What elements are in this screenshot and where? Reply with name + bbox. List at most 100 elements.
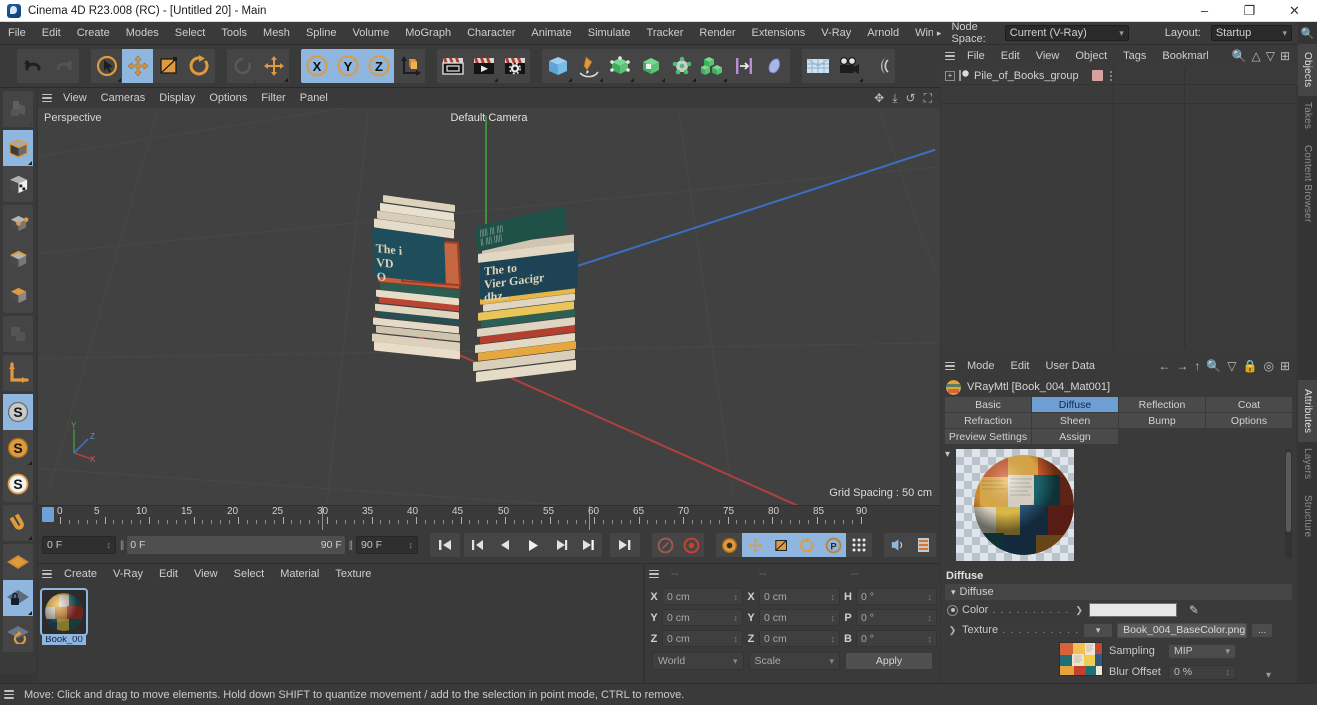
maximize-button[interactable]: ❐ xyxy=(1227,0,1272,21)
tab-sheen[interactable]: Sheen xyxy=(1032,413,1118,428)
coord-input-pos-y[interactable]: 0 cm ↕ xyxy=(662,609,743,626)
coord-input-pos-x[interactable]: 0 cm ↕ xyxy=(662,588,743,605)
tab-bump[interactable]: Bump xyxy=(1119,413,1205,428)
vtab-structure[interactable]: Structure xyxy=(1298,486,1317,546)
material-menu-create[interactable]: Create xyxy=(56,563,105,586)
material-menu-edit[interactable]: Edit xyxy=(151,563,186,586)
workplane-icon[interactable] xyxy=(3,544,33,580)
close-button[interactable]: ✕ xyxy=(1272,0,1317,21)
selection-tool-icon[interactable] xyxy=(91,49,122,83)
viewport-menu-display[interactable]: Display xyxy=(152,88,202,108)
world-axis-icon[interactable] xyxy=(227,49,258,83)
camera-icon[interactable] xyxy=(833,49,864,83)
attribute-menu-edit[interactable]: Edit xyxy=(1003,355,1038,378)
status-hamburger-icon[interactable] xyxy=(0,690,18,699)
attribute-scrollbar[interactable] xyxy=(1285,449,1292,559)
coordinate-system-dropdown[interactable]: World ▾ xyxy=(652,652,744,670)
rotate-viewport-icon[interactable]: ↺ xyxy=(906,91,916,106)
array-modeling-icon[interactable] xyxy=(635,49,666,83)
point-edit-mode-icon[interactable] xyxy=(3,205,33,241)
preview-collapse-icon[interactable]: ▾ xyxy=(945,449,950,460)
menu-character[interactable]: Character xyxy=(459,22,523,45)
material-menu-texture[interactable]: Texture xyxy=(327,563,379,586)
coord-input-rot-b[interactable]: 0 ° ↕ xyxy=(856,630,937,647)
viewport-hamburger-icon[interactable] xyxy=(38,93,56,103)
minimize-button[interactable]: – xyxy=(1182,0,1227,21)
light-icon[interactable] xyxy=(759,49,790,83)
menu-edit[interactable]: Edit xyxy=(34,22,69,45)
coord-input-rot-h[interactable]: 0 ° ↕ xyxy=(856,588,937,605)
redo-icon[interactable] xyxy=(48,49,79,83)
viewport-menu-view[interactable]: View xyxy=(56,88,94,108)
attribute-menu-user-data[interactable]: User Data xyxy=(1038,355,1104,378)
cube-primitive-icon[interactable] xyxy=(542,49,573,83)
object-menu-edit[interactable]: Edit xyxy=(993,45,1028,68)
autokey-icon[interactable] xyxy=(652,533,678,557)
tab-refraction[interactable]: Refraction xyxy=(945,413,1031,428)
diffuse-group-header[interactable]: ▾ Diffuse xyxy=(945,584,1292,600)
color-enable-radio[interactable] xyxy=(947,604,958,616)
rotate-tool-icon[interactable] xyxy=(184,49,215,83)
play-button[interactable] xyxy=(518,533,548,557)
material-item[interactable]: Book_00 xyxy=(40,588,88,645)
pile-of-books-model[interactable]: NocMeaO Wals The iVDO The toVi xyxy=(368,194,628,438)
uv-mode-icon[interactable] xyxy=(3,316,33,352)
mograph-cloner-icon[interactable] xyxy=(697,49,728,83)
timeline-settings-icon[interactable] xyxy=(910,533,936,557)
coordinate-mode-dropdown[interactable]: Scale ▾ xyxy=(748,652,840,670)
vtab-layers[interactable]: Layers xyxy=(1298,442,1317,486)
tab-diffuse[interactable]: Diffuse xyxy=(1032,397,1118,412)
coord-input-size-y[interactable]: 0 cm ↕ xyxy=(759,609,840,626)
coordinate-move-icon[interactable] xyxy=(258,49,289,83)
eyedropper-icon[interactable]: ✎ xyxy=(1189,603,1199,617)
menu-animate[interactable]: Animate xyxy=(523,22,579,45)
diffuse-color-swatch[interactable] xyxy=(1088,603,1177,617)
param-key-icon[interactable]: P xyxy=(820,533,846,557)
menu-tracker[interactable]: Tracker xyxy=(639,22,692,45)
menu-simulate[interactable]: Simulate xyxy=(580,22,639,45)
coord-input-size-z[interactable]: 0 cm ↕ xyxy=(759,630,840,647)
range-grip-right-icon[interactable]: || xyxy=(349,540,353,551)
object-menu-object[interactable]: Object xyxy=(1067,45,1115,68)
menu-create[interactable]: Create xyxy=(69,22,118,45)
model-mode-icon[interactable] xyxy=(3,130,33,166)
menu-volume[interactable]: Volume xyxy=(345,22,398,45)
add-icon[interactable]: ⊞ xyxy=(1280,49,1290,63)
menu-mesh[interactable]: Mesh xyxy=(255,22,298,45)
tab-preview-settings[interactable]: Preview Settings xyxy=(945,429,1031,444)
point-mode-icon[interactable] xyxy=(3,91,33,127)
add-icon[interactable]: ⊞ xyxy=(1280,359,1290,373)
coord-input-pos-z[interactable]: 0 cm ↕ xyxy=(662,630,743,647)
record-icon[interactable]: ◎ xyxy=(1263,359,1273,373)
attribute-hamburger-icon[interactable] xyxy=(941,361,959,371)
object-hamburger-icon[interactable] xyxy=(941,51,959,61)
object-world-axis-icon[interactable] xyxy=(394,49,425,83)
menu-select[interactable]: Select xyxy=(167,22,214,45)
nurbs-generator-icon[interactable] xyxy=(604,49,635,83)
preview-range-bar[interactable]: 0 F 90 F xyxy=(127,536,345,554)
deformer-icon[interactable] xyxy=(666,49,697,83)
coord-input-size-x[interactable]: 0 cm ↕ xyxy=(759,588,840,605)
viewport-menu-filter[interactable]: Filter xyxy=(254,88,292,108)
viewport-menu-panel[interactable]: Panel xyxy=(293,88,335,108)
floor-environment-icon[interactable] xyxy=(802,49,833,83)
menu-render[interactable]: Render xyxy=(691,22,743,45)
tab-coat[interactable]: Coat xyxy=(1206,397,1292,412)
workplane-lock-icon[interactable] xyxy=(3,580,33,616)
scale-tool-icon[interactable] xyxy=(153,49,184,83)
maximize-viewport-icon[interactable]: ⛶ xyxy=(924,91,932,106)
menu-tools[interactable]: Tools xyxy=(213,22,255,45)
filter-icon[interactable]: ▽ xyxy=(1227,359,1236,373)
material-menu-select[interactable]: Select xyxy=(226,563,273,586)
point-level-anim-icon[interactable] xyxy=(846,533,872,557)
filter-icon[interactable]: ▽ xyxy=(1266,49,1275,63)
dolly-viewport-icon[interactable]: ⤓ xyxy=(892,91,897,106)
render-to-picture-viewer-icon[interactable] xyxy=(468,49,499,83)
tab-assign[interactable]: Assign xyxy=(1032,429,1118,444)
section-collapse-chevron-icon[interactable]: ▾ xyxy=(1266,670,1271,681)
menu-vray[interactable]: V-Ray xyxy=(813,22,859,45)
menu-modes[interactable]: Modes xyxy=(118,22,167,45)
undo-icon[interactable] xyxy=(17,49,48,83)
menu-spline[interactable]: Spline xyxy=(298,22,345,45)
rotation-key-icon[interactable] xyxy=(794,533,820,557)
